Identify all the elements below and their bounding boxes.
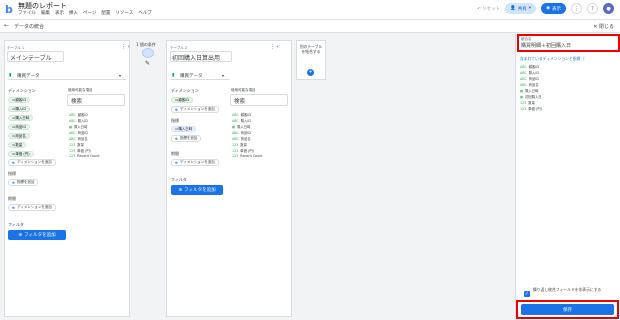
add-person-icon: 👤 xyxy=(510,6,516,11)
table-1-search-placeholder: 検索 xyxy=(71,99,83,105)
help-icon[interactable]: ? xyxy=(587,3,598,14)
blend-name-value: 購買明細＋初回購入日 xyxy=(521,43,572,49)
edit-pencil-icon[interactable]: ✎ xyxy=(145,60,150,67)
sheets-icon: ▮ xyxy=(172,73,175,78)
blend-header: ← データの統合 ✕ 閉じる xyxy=(0,20,620,33)
metric-chip[interactable]: ▭ 購入日時 xyxy=(171,126,197,132)
dim-chip[interactable]: ▭ 商品ID xyxy=(8,124,31,130)
field-item[interactable]: 123 数量 xyxy=(69,142,84,147)
table-1-name: メインテーブル xyxy=(10,55,52,62)
field-item[interactable]: 123 単価 (円) xyxy=(232,148,254,153)
add-period-dimension-button[interactable]: ⊕ ディメンションを追加 xyxy=(8,204,56,211)
field-item[interactable]: ABC 顧客ID xyxy=(232,112,251,117)
add-metric-button[interactable]: ⊕ 指標を追加 xyxy=(171,135,202,142)
dim-chip[interactable]: ▭ 単価 (円) xyxy=(8,151,34,157)
table-1-more-icon[interactable]: ⋮ ‹ xyxy=(121,44,130,50)
field-item[interactable]: ▦ 購入日時 xyxy=(69,124,87,129)
info-icon[interactable]: ⓘ xyxy=(582,56,586,61)
field-item[interactable]: ABC 商品ID xyxy=(69,130,88,135)
reset-button[interactable]: ↶ リセット xyxy=(477,6,500,12)
looker-studio-logo-icon[interactable]: b xyxy=(5,4,13,15)
menu-arrange[interactable]: 配置 xyxy=(101,10,110,16)
menu-resource[interactable]: リソース xyxy=(115,10,133,16)
table-1-metric-header: 指標 xyxy=(8,171,16,176)
dim-chip[interactable]: ▭ 顧客ID xyxy=(171,97,194,103)
chevron-down-icon: ▾ xyxy=(119,73,122,78)
field-item[interactable]: ABC 商品名 xyxy=(232,136,251,141)
table-2-name: 初回購入日算出用 xyxy=(172,55,221,62)
add-circle-icon: + xyxy=(307,69,314,76)
included-field: ABC 商品名 xyxy=(520,83,539,87)
table-2-filter-header: フィルタ xyxy=(171,177,187,182)
add-table-label: 別のテーブルを結合する xyxy=(299,44,323,54)
table-2-source: 購買データ xyxy=(180,74,203,79)
back-arrow-icon[interactable]: ← xyxy=(4,22,9,29)
add-filter-button[interactable]: ⊕ フィルタを追加 xyxy=(171,185,223,195)
add-filter-button[interactable]: ⊕ フィルタを追加 xyxy=(8,230,66,240)
table-1-filter-header: フィルタ xyxy=(8,222,24,227)
add-dimension-button[interactable]: ⊕ ディメンションを追加 xyxy=(8,159,56,166)
field-item[interactable]: 123 Record Count xyxy=(232,154,263,158)
field-item[interactable]: ABC 購入ID xyxy=(232,118,251,123)
table-2-available-header: 使用可能な項目 xyxy=(231,88,256,92)
view-button[interactable]: ◉ 表示 xyxy=(541,3,566,14)
menu-insert[interactable]: 挿入 xyxy=(69,10,78,16)
table-2-more-icon[interactable]: ⋮ ‹ xyxy=(270,44,279,50)
close-button[interactable]: ✕ 閉じる xyxy=(593,23,614,30)
add-period-dimension-button[interactable]: ⊕ ディメンションを追加 xyxy=(171,159,219,166)
included-field: ▦ 購入日時 xyxy=(520,89,539,93)
included-field: ABC 顧客ID xyxy=(520,65,539,69)
hide-repeated-label: 繰り返し統合フィールドを非表示にする xyxy=(533,287,602,292)
included-field: ▦ 初回購入日 xyxy=(520,95,542,99)
included-field: ABC 商品ID xyxy=(520,77,539,81)
included-field: 123 数量 xyxy=(520,101,535,105)
table-1-dim-header: ディメンション xyxy=(8,88,36,93)
dim-chip[interactable]: ▭ 数量 xyxy=(8,142,27,148)
field-item[interactable]: ABC 商品ID xyxy=(232,130,251,135)
menu-edit[interactable]: 編集 xyxy=(41,10,50,16)
blend-title: データの統合 xyxy=(14,24,45,30)
add-metric-button[interactable]: ⊕ 指標を追加 xyxy=(8,179,39,186)
field-item[interactable]: ABC 顧客ID xyxy=(69,112,88,117)
menu-bar: ファイル 編集 表示 挿入 ページ 配置 リソース ヘルプ xyxy=(18,10,152,16)
field-item[interactable]: 123 数量 xyxy=(232,142,247,147)
field-item[interactable]: ABC 購入ID xyxy=(69,118,88,123)
included-field: 123 単価 (円) xyxy=(520,107,542,111)
table-1-period-header: 期間 xyxy=(8,196,16,201)
more-options-icon[interactable]: ⋮ xyxy=(571,3,582,14)
table-1-available-header: 使用可能な項目 xyxy=(68,88,93,92)
field-item[interactable]: ▦ 購入日時 xyxy=(232,124,250,129)
field-item[interactable]: 123 単価 (円) xyxy=(69,148,91,153)
table-2-dim-header: ディメンション xyxy=(171,88,199,93)
chevron-down-icon: ▾ xyxy=(222,73,225,78)
field-item[interactable]: 123 Record Count xyxy=(69,154,100,158)
eye-icon: ◉ xyxy=(546,6,550,11)
menu-view[interactable]: 表示 xyxy=(55,10,64,16)
table-2-search-placeholder: 検索 xyxy=(234,99,246,105)
dim-chip[interactable]: ▭ 購入ID xyxy=(8,106,31,112)
field-item[interactable]: ABC 商品名 xyxy=(69,136,88,141)
sheets-icon: ▮ xyxy=(9,73,12,78)
toolbar-right: ↶ リセット 👤 共有 ▾ ◉ 表示 ⋮ ? ● xyxy=(477,3,614,14)
table-2-metric-header: 指標 xyxy=(171,118,179,123)
dim-chip[interactable]: ▭ 顧客ID xyxy=(8,97,31,103)
menu-file[interactable]: ファイル xyxy=(18,10,36,16)
table-2-period-header: 期間 xyxy=(171,151,179,156)
menu-help[interactable]: ヘルプ xyxy=(138,10,152,16)
add-dimension-button[interactable]: ⊕ ディメンションを追加 xyxy=(171,106,219,113)
included-field: ABC 購入ID xyxy=(520,71,539,75)
hide-repeated-checkbox[interactable]: ✓ xyxy=(524,291,530,297)
save-button[interactable]: 保存 xyxy=(521,304,614,315)
share-button[interactable]: 👤 共有 ▾ xyxy=(505,3,537,14)
dim-chip[interactable]: ▭ 商品名 xyxy=(8,133,30,139)
table-1-source: 購買データ xyxy=(17,74,40,79)
dim-chip[interactable]: ▭ 購入日時 xyxy=(8,115,34,121)
top-bar: b 無題のレポート ファイル 編集 表示 挿入 ページ 配置 リソース ヘルプ … xyxy=(0,0,620,20)
join-venn-icon xyxy=(142,48,154,58)
menu-page[interactable]: ページ xyxy=(83,10,96,16)
included-fields-label: 含まれているディメンションと指標 ⓘ xyxy=(520,56,586,61)
avatar[interactable]: ● xyxy=(603,3,614,14)
